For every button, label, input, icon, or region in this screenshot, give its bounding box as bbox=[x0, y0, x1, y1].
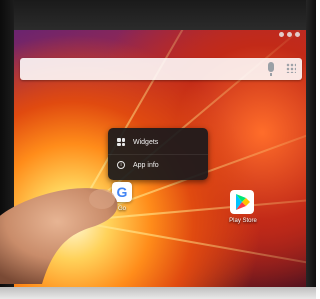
mic-icon[interactable] bbox=[268, 62, 274, 76]
status-bar-icons bbox=[279, 32, 300, 37]
search-bar[interactable] bbox=[20, 58, 302, 80]
tablet-bezel-top bbox=[0, 0, 316, 30]
finger bbox=[0, 188, 118, 284]
photo-bottom-edge bbox=[0, 287, 316, 299]
dnd-icon bbox=[287, 32, 292, 37]
menu-item-label: Widgets bbox=[133, 138, 159, 146]
play-store-icon[interactable] bbox=[230, 190, 254, 214]
menu-item-label: App info bbox=[133, 161, 159, 169]
photo: Widgets i App info G Go Play Store bbox=[0, 0, 316, 299]
app-label: Play Store bbox=[229, 218, 257, 224]
tablet-bezel-right bbox=[306, 0, 316, 299]
app-grid-icon[interactable] bbox=[286, 63, 296, 73]
bluetooth-icon bbox=[279, 32, 284, 37]
wifi-icon bbox=[295, 32, 300, 37]
